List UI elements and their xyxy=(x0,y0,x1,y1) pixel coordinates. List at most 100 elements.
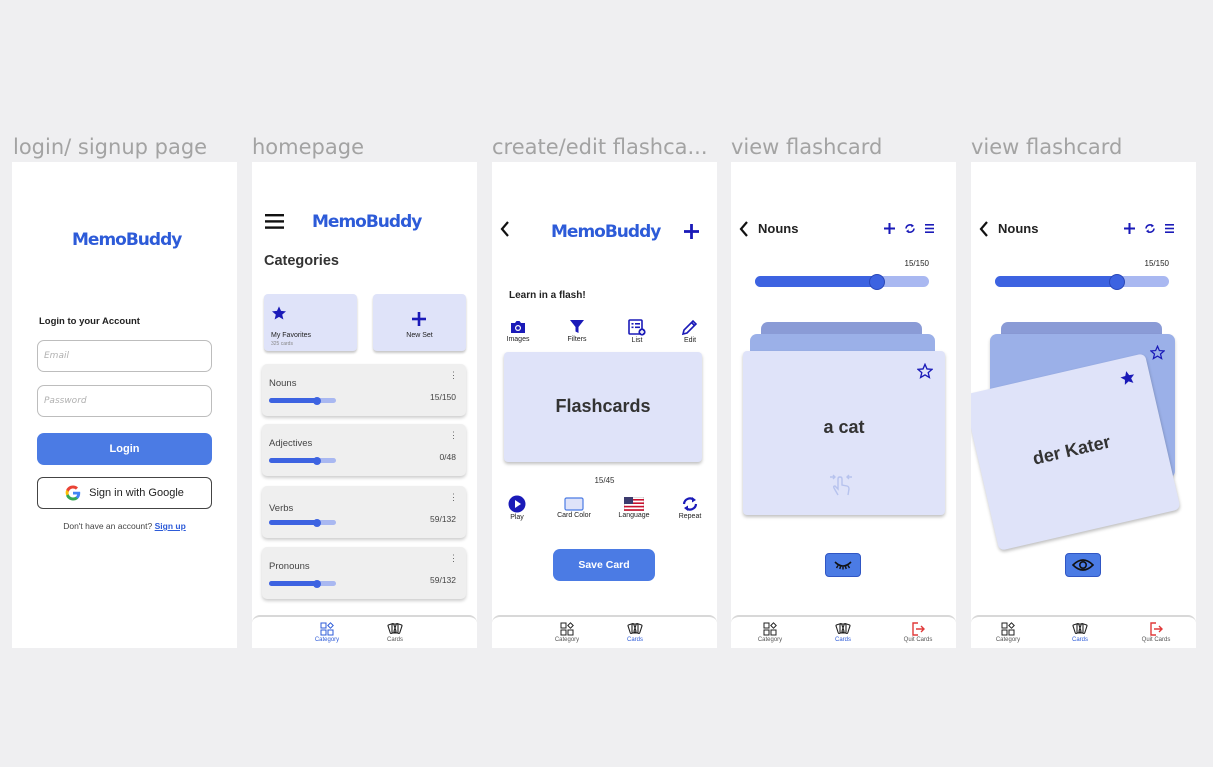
nav-cards[interactable]: Cards xyxy=(818,622,868,643)
card-counter: 15/45 xyxy=(594,476,615,485)
add-plus-icon[interactable] xyxy=(1124,223,1135,234)
nav-category[interactable]: Category xyxy=(302,622,352,643)
repeat-button[interactable]: Repeat xyxy=(672,496,708,520)
deck-title: Nouns xyxy=(758,221,799,236)
nav-category[interactable]: Category xyxy=(983,622,1033,643)
us-flag-icon xyxy=(624,497,644,511)
nav-category-label: Category xyxy=(757,637,783,643)
bottom-nav: Category Cards xyxy=(492,615,717,648)
language-button[interactable]: Language xyxy=(613,497,655,519)
category-name: Verbs xyxy=(269,503,294,514)
save-card-button[interactable]: Save Card xyxy=(553,549,655,581)
progress-knob[interactable] xyxy=(868,273,885,290)
frame-title-home: homepage xyxy=(252,135,364,159)
category-card-nouns[interactable]: Nouns ⋮ 15/150 xyxy=(262,364,466,416)
exit-icon xyxy=(912,622,925,636)
category-count: 15/150 xyxy=(430,392,456,402)
login-screen: MemoBuddy Login to your Account Email Pa… xyxy=(12,162,237,648)
pencil-icon xyxy=(681,319,698,336)
nav-cards-label: Cards xyxy=(386,637,403,643)
card-color-button[interactable]: Card Color xyxy=(554,497,594,519)
frame-title-view2: view flashcard xyxy=(971,135,1123,159)
card-color-label: Card Color xyxy=(557,512,591,519)
signup-link[interactable]: Sign up xyxy=(155,521,186,531)
app-logo: MemoBuddy xyxy=(72,230,182,250)
flashcard-text: Flashcards xyxy=(555,396,651,416)
edit-tool[interactable]: Edit xyxy=(672,319,708,344)
google-icon xyxy=(65,485,81,501)
list-tool[interactable]: List xyxy=(619,319,655,344)
category-name: Pronouns xyxy=(269,561,310,572)
category-name: Nouns xyxy=(269,378,297,389)
images-label: Images xyxy=(506,336,530,343)
flashcard-text: a cat xyxy=(823,417,865,437)
images-tool[interactable]: Images xyxy=(500,319,536,343)
more-options-icon[interactable]: ⋮ xyxy=(449,370,458,381)
password-field[interactable]: Password xyxy=(37,385,212,417)
category-count: 0/48 xyxy=(439,452,456,462)
nav-quit-cards[interactable]: Quit Cards xyxy=(893,622,943,643)
more-options-icon[interactable]: ⋮ xyxy=(449,492,458,503)
nav-quit-cards[interactable]: Quit Cards xyxy=(1131,622,1181,643)
back-chevron-icon[interactable] xyxy=(500,221,510,237)
bottom-nav: Category Cards xyxy=(252,615,477,648)
play-label: Play xyxy=(510,514,524,521)
hamburger-menu-icon[interactable] xyxy=(265,214,284,229)
star-outline-icon xyxy=(1150,345,1165,360)
cards-icon xyxy=(387,623,403,634)
reveal-toggle-button[interactable] xyxy=(1065,553,1101,577)
category-count: 59/132 xyxy=(430,575,456,585)
deck-progress[interactable] xyxy=(995,273,1169,290)
login-button[interactable]: Login xyxy=(37,433,212,465)
exit-icon xyxy=(1150,622,1163,636)
list-label: List xyxy=(631,337,643,344)
favorites-label: My Favorites xyxy=(271,332,312,339)
add-plus-icon[interactable] xyxy=(884,223,895,234)
progress-label: 15/150 xyxy=(1144,259,1169,268)
back-chevron-icon[interactable] xyxy=(979,221,989,237)
flashcard-front[interactable]: a cat xyxy=(743,351,945,515)
frame-title-view1: view flashcard xyxy=(731,135,883,159)
favorites-count: 325 cards xyxy=(271,341,293,347)
deck-progress[interactable] xyxy=(755,273,929,290)
back-chevron-icon[interactable] xyxy=(739,221,749,237)
nav-category[interactable]: Category xyxy=(542,622,592,643)
nav-category[interactable]: Category xyxy=(745,622,795,643)
progress-knob xyxy=(313,518,322,527)
nav-cards[interactable]: Cards xyxy=(1055,622,1105,643)
category-card-adjectives[interactable]: Adjectives ⋮ 0/48 xyxy=(262,424,466,476)
signup-prompt: Don't have an account? Sign up xyxy=(12,521,237,531)
repeat-icon[interactable] xyxy=(904,223,916,234)
flashcard-preview[interactable]: Flashcards xyxy=(504,352,702,462)
list-menu-icon[interactable] xyxy=(925,224,934,233)
play-button[interactable]: Play xyxy=(499,495,535,521)
category-count: 59/132 xyxy=(430,514,456,524)
star-filled-icon[interactable] xyxy=(1118,368,1137,387)
google-button-label: Sign in with Google xyxy=(89,487,184,499)
favorites-tile[interactable]: My Favorites 325 cards xyxy=(264,294,357,351)
list-icon xyxy=(628,319,646,336)
reveal-toggle-button[interactable] xyxy=(825,553,861,577)
category-progress xyxy=(269,579,336,588)
repeat-icon[interactable] xyxy=(1144,223,1156,234)
play-icon xyxy=(508,495,526,513)
filter-icon xyxy=(570,320,584,333)
filters-tool[interactable]: Filters xyxy=(559,319,595,343)
nav-cards[interactable]: Cards xyxy=(370,622,420,643)
list-menu-icon[interactable] xyxy=(1165,224,1174,233)
nav-cards-label: Cards xyxy=(1071,637,1088,643)
category-card-pronouns[interactable]: Pronouns ⋮ 59/132 xyxy=(262,547,466,599)
add-card-plus-icon[interactable] xyxy=(684,224,699,239)
card-color-swatch-icon xyxy=(564,497,584,511)
cards-icon xyxy=(1072,623,1088,634)
google-signin-button[interactable]: Sign in with Google xyxy=(37,477,212,509)
star-outline-icon[interactable] xyxy=(917,363,933,379)
email-field[interactable]: Email xyxy=(37,340,212,372)
category-card-verbs[interactable]: Verbs ⋮ 59/132 xyxy=(262,486,466,538)
progress-knob[interactable] xyxy=(1108,273,1125,290)
more-options-icon[interactable]: ⋮ xyxy=(449,430,458,441)
nav-cards[interactable]: Cards xyxy=(610,622,660,643)
new-set-tile[interactable]: New Set xyxy=(373,294,466,351)
more-options-icon[interactable]: ⋮ xyxy=(449,553,458,564)
tap-gesture-icon xyxy=(830,474,852,496)
